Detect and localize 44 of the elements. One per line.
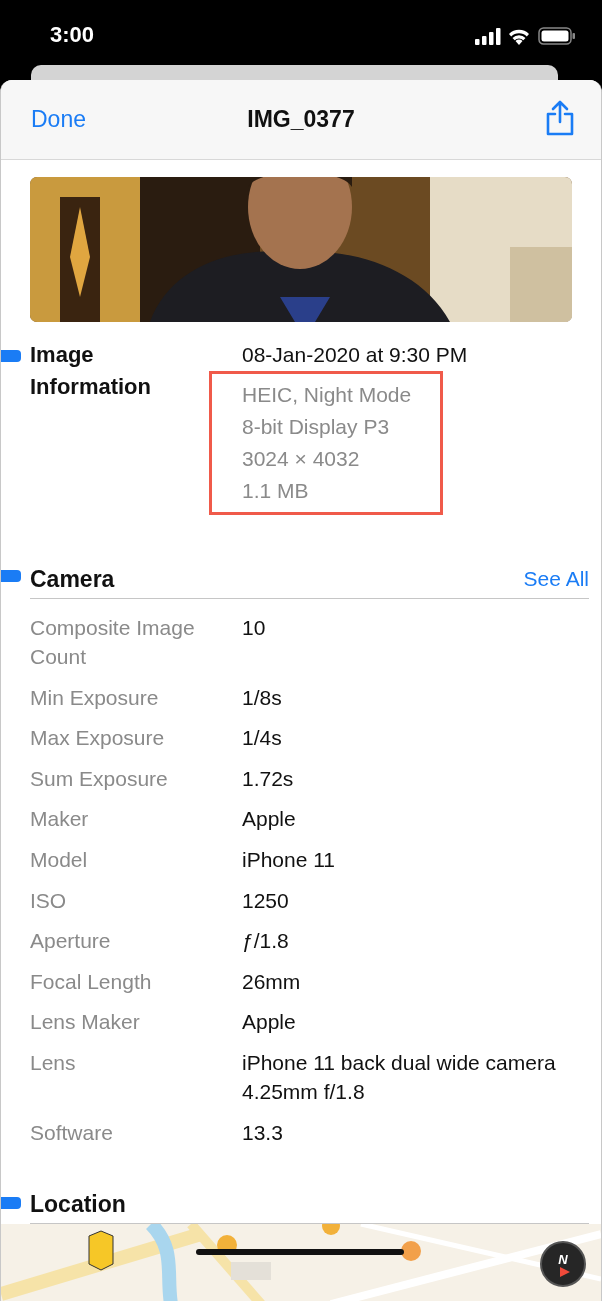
section-heading: Camera <box>30 565 115 594</box>
detail-text: 3024 × 4032 <box>242 446 361 472</box>
property-value: 1/8s <box>242 684 283 711</box>
property-value: 1.72s <box>242 765 295 792</box>
property-value: iPhone 11 <box>242 846 337 873</box>
property-label: Composite Image Count <box>30 615 196 670</box>
property-value: 1250 <box>242 887 290 914</box>
wifi-icon <box>507 27 531 45</box>
property-value: Apple <box>242 806 297 833</box>
section-marker <box>1 1197 21 1210</box>
battery-icon <box>538 27 576 45</box>
property-value: 13.3 <box>242 1119 284 1146</box>
date-text: 08-Jan-2020 at 9:30 PM <box>242 342 468 368</box>
detail-text: HEIC, Night Mode <box>242 382 413 408</box>
property-label: Sum Exposure <box>30 765 169 792</box>
done-button[interactable]: Done <box>31 106 86 133</box>
property-value: 1/4s <box>242 725 283 752</box>
property-label: Maker <box>30 806 90 833</box>
detail-text: 1.1 MB <box>242 478 310 504</box>
property-label: Min Exposure <box>30 684 160 711</box>
property-value: iPhone 11 back dual wide camera 4.25mm f/1.8 <box>242 1049 557 1105</box>
property-label: Software <box>30 1119 114 1146</box>
property-label: Aperture <box>30 928 112 955</box>
share-icon <box>546 100 574 136</box>
property-label: Lens Maker <box>30 1009 141 1036</box>
section-heading: Image Information <box>30 341 152 401</box>
section-marker <box>1 570 21 582</box>
property-value: ƒ/1.8 <box>242 928 290 955</box>
section-marker <box>1 350 21 362</box>
detail-text: 8-bit Display P3 <box>242 414 391 440</box>
property-label: Lens <box>30 1049 77 1076</box>
status-time: 3:00 <box>50 22 95 48</box>
see-all-link[interactable]: See All <box>523 567 589 591</box>
property-label: Max Exposure <box>30 725 166 752</box>
property-value: Apple <box>242 1009 297 1036</box>
signal-icon <box>475 28 501 45</box>
nav-title: IMG_0377 <box>247 106 355 132</box>
needle-icon <box>560 1267 570 1278</box>
property-label: Model <box>30 846 89 873</box>
property-value: 10 <box>242 615 267 641</box>
property-label: Focal Length <box>30 968 153 995</box>
property-value: 26mm <box>242 968 302 995</box>
property-label: ISO <box>30 887 68 914</box>
section-heading: Location <box>30 1190 126 1218</box>
